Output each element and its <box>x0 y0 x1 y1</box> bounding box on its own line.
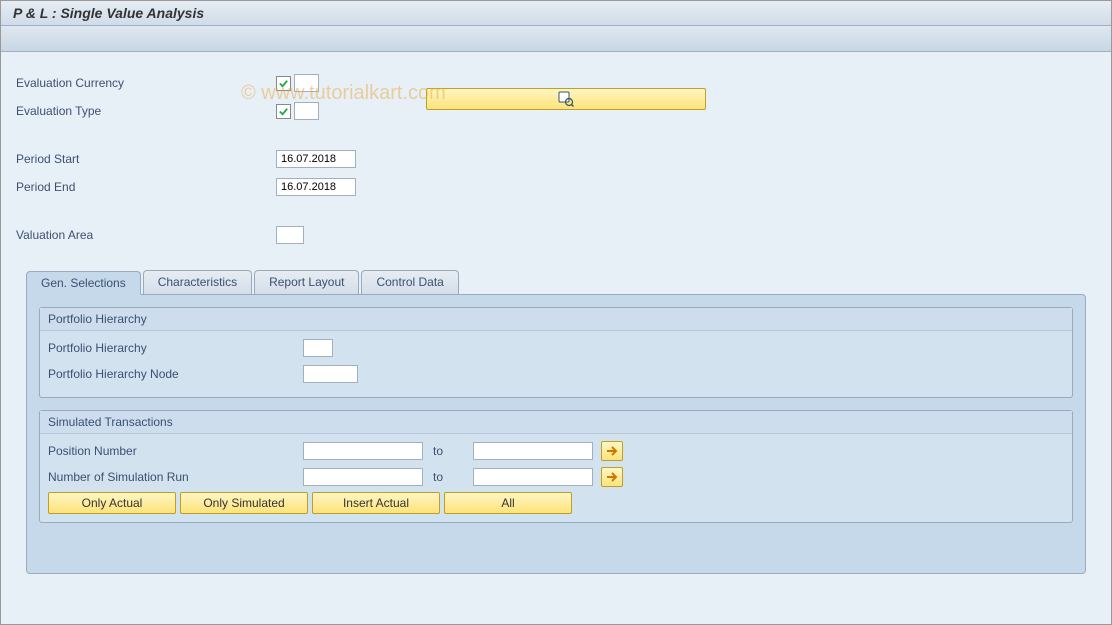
position-number-label: Position Number <box>48 444 303 458</box>
portfolio-node-label: Portfolio Hierarchy Node <box>48 367 303 381</box>
position-number-from-input[interactable] <box>303 442 423 460</box>
checkmark-icon <box>278 78 289 89</box>
checkmark-icon <box>278 106 289 117</box>
eval-type-field[interactable] <box>294 102 319 120</box>
tab-characteristics[interactable]: Characteristics <box>143 270 252 294</box>
simrun-to-label: to <box>433 470 463 484</box>
page-title: P & L : Single Value Analysis <box>1 1 1111 26</box>
tab-report-layout[interactable]: Report Layout <box>254 270 359 294</box>
portfolio-hierarchy-label: Portfolio Hierarchy <box>48 341 303 355</box>
eval-type-checkbox[interactable] <box>276 104 291 119</box>
eval-currency-field[interactable] <box>294 74 319 92</box>
portfolio-group-title: Portfolio Hierarchy <box>40 308 1072 331</box>
toolbar <box>1 26 1111 52</box>
portfolio-hierarchy-group: Portfolio Hierarchy Portfolio Hierarchy … <box>39 307 1073 398</box>
simrun-range-button[interactable] <box>601 467 623 487</box>
period-end-input[interactable] <box>276 178 356 196</box>
search-help-icon <box>558 91 574 107</box>
portfolio-hierarchy-input[interactable] <box>303 339 333 357</box>
eval-currency-label: Evaluation Currency <box>16 76 276 90</box>
position-number-range-button[interactable] <box>601 441 623 461</box>
eval-type-label: Evaluation Type <box>16 104 276 118</box>
insert-actual-button[interactable]: Insert Actual <box>312 492 440 514</box>
tab-gen-selections[interactable]: Gen. Selections <box>26 271 141 295</box>
all-button[interactable]: All <box>444 492 572 514</box>
simulated-transactions-group: Simulated Transactions Position Number t… <box>39 410 1073 523</box>
tabstrip: Gen. Selections Characteristics Report L… <box>26 270 1096 294</box>
content-area: © www.tutorialkart.com Evaluation Curren… <box>1 52 1111 624</box>
period-start-input[interactable] <box>276 150 356 168</box>
arrow-right-icon <box>605 445 619 457</box>
simulated-group-title: Simulated Transactions <box>40 411 1072 434</box>
valuation-area-label: Valuation Area <box>16 228 276 242</box>
portfolio-node-input[interactable] <box>303 365 358 383</box>
position-number-to-input[interactable] <box>473 442 593 460</box>
simrun-to-input[interactable] <box>473 468 593 486</box>
position-to-label: to <box>433 444 463 458</box>
eval-currency-checkbox[interactable] <box>276 76 291 91</box>
arrow-right-icon <box>605 471 619 483</box>
simrun-from-input[interactable] <box>303 468 423 486</box>
period-start-label: Period Start <box>16 152 276 166</box>
tab-control-data[interactable]: Control Data <box>361 270 458 294</box>
tab-panel-gen-selections: Portfolio Hierarchy Portfolio Hierarchy … <box>26 294 1086 574</box>
period-end-label: Period End <box>16 180 276 194</box>
only-actual-button[interactable]: Only Actual <box>48 492 176 514</box>
main-window: P & L : Single Value Analysis © www.tuto… <box>0 0 1112 625</box>
search-help-button[interactable] <box>426 88 706 110</box>
valuation-area-input[interactable] <box>276 226 304 244</box>
simrun-label: Number of Simulation Run <box>48 470 303 484</box>
only-simulated-button[interactable]: Only Simulated <box>180 492 308 514</box>
